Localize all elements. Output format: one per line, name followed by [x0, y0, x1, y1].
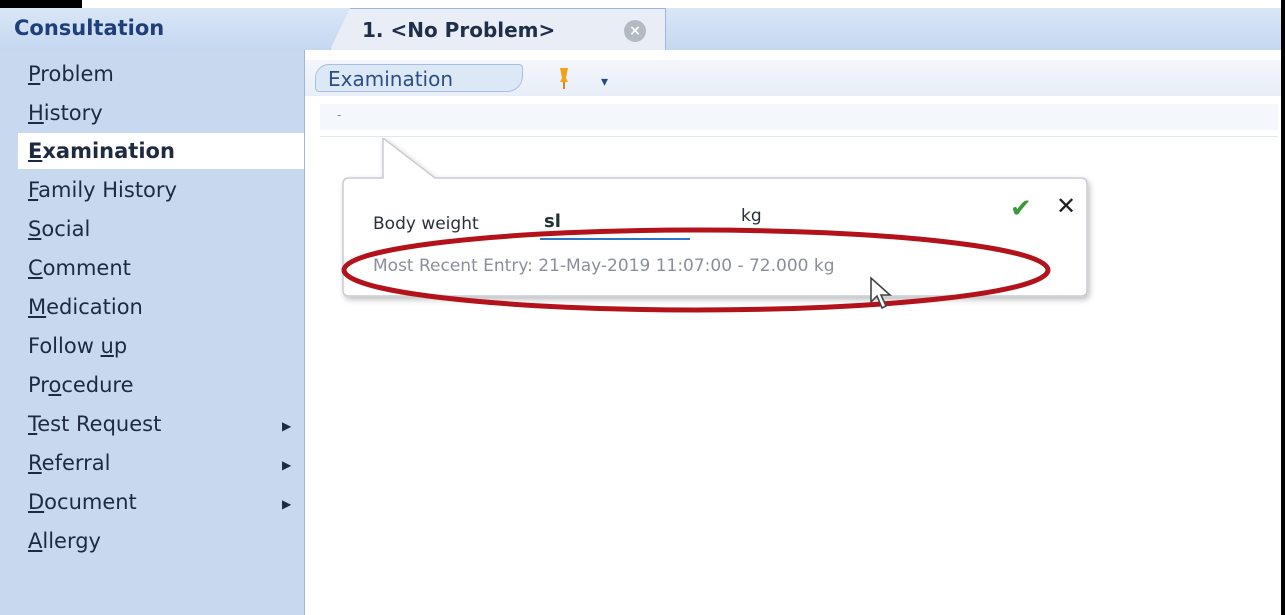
- section-label[interactable]: Examination: [315, 64, 523, 92]
- sidebar-item-family-history[interactable]: Family History: [28, 178, 177, 202]
- entry-row[interactable]: [320, 104, 1278, 130]
- sidebar-item-procedure[interactable]: Procedure: [28, 373, 134, 397]
- checkmark-icon[interactable]: ✔: [1010, 194, 1032, 224]
- submenu-arrow-icon: ▶: [282, 419, 292, 433]
- chevron-down-icon[interactable]: ▾: [601, 74, 608, 90]
- pin-icon[interactable]: [557, 66, 571, 90]
- mouse-cursor-icon: [870, 276, 893, 310]
- tab-label[interactable]: 1. <No Problem>: [362, 18, 555, 42]
- sidebar-item-document[interactable]: Document: [28, 490, 137, 514]
- app-title: Consultation: [14, 16, 165, 40]
- submenu-arrow-icon: ▶: [282, 497, 292, 511]
- close-circle-icon[interactable]: ×: [624, 20, 646, 42]
- highlight-ellipse: [341, 227, 1051, 313]
- edge-mask: [1281, 0, 1285, 615]
- entry-bullet: -: [337, 108, 342, 122]
- close-icon[interactable]: ✕: [1056, 192, 1076, 220]
- sidebar-item-problem[interactable]: Problem: [28, 62, 114, 86]
- sidebar-item-history[interactable]: History: [28, 101, 103, 125]
- sidebar: Problem History Examination Family Histo…: [0, 50, 305, 615]
- main-content: Examination ▾ -: [305, 50, 1281, 615]
- sidebar-item-allergy[interactable]: Allergy: [28, 529, 101, 553]
- sidebar-item-comment[interactable]: Comment: [28, 256, 131, 280]
- sidebar-item-examination[interactable]: Examination: [18, 133, 304, 169]
- submenu-arrow-icon: ▶: [282, 458, 292, 472]
- sidebar-item-referral[interactable]: Referral: [28, 451, 111, 475]
- sidebar-item-follow-up[interactable]: Follow up: [28, 334, 127, 358]
- sidebar-item-test-request[interactable]: Test Request: [28, 412, 161, 436]
- sidebar-item-social[interactable]: Social: [28, 217, 90, 241]
- sidebar-item-medication[interactable]: Medication: [28, 295, 143, 319]
- divider: [320, 136, 1278, 137]
